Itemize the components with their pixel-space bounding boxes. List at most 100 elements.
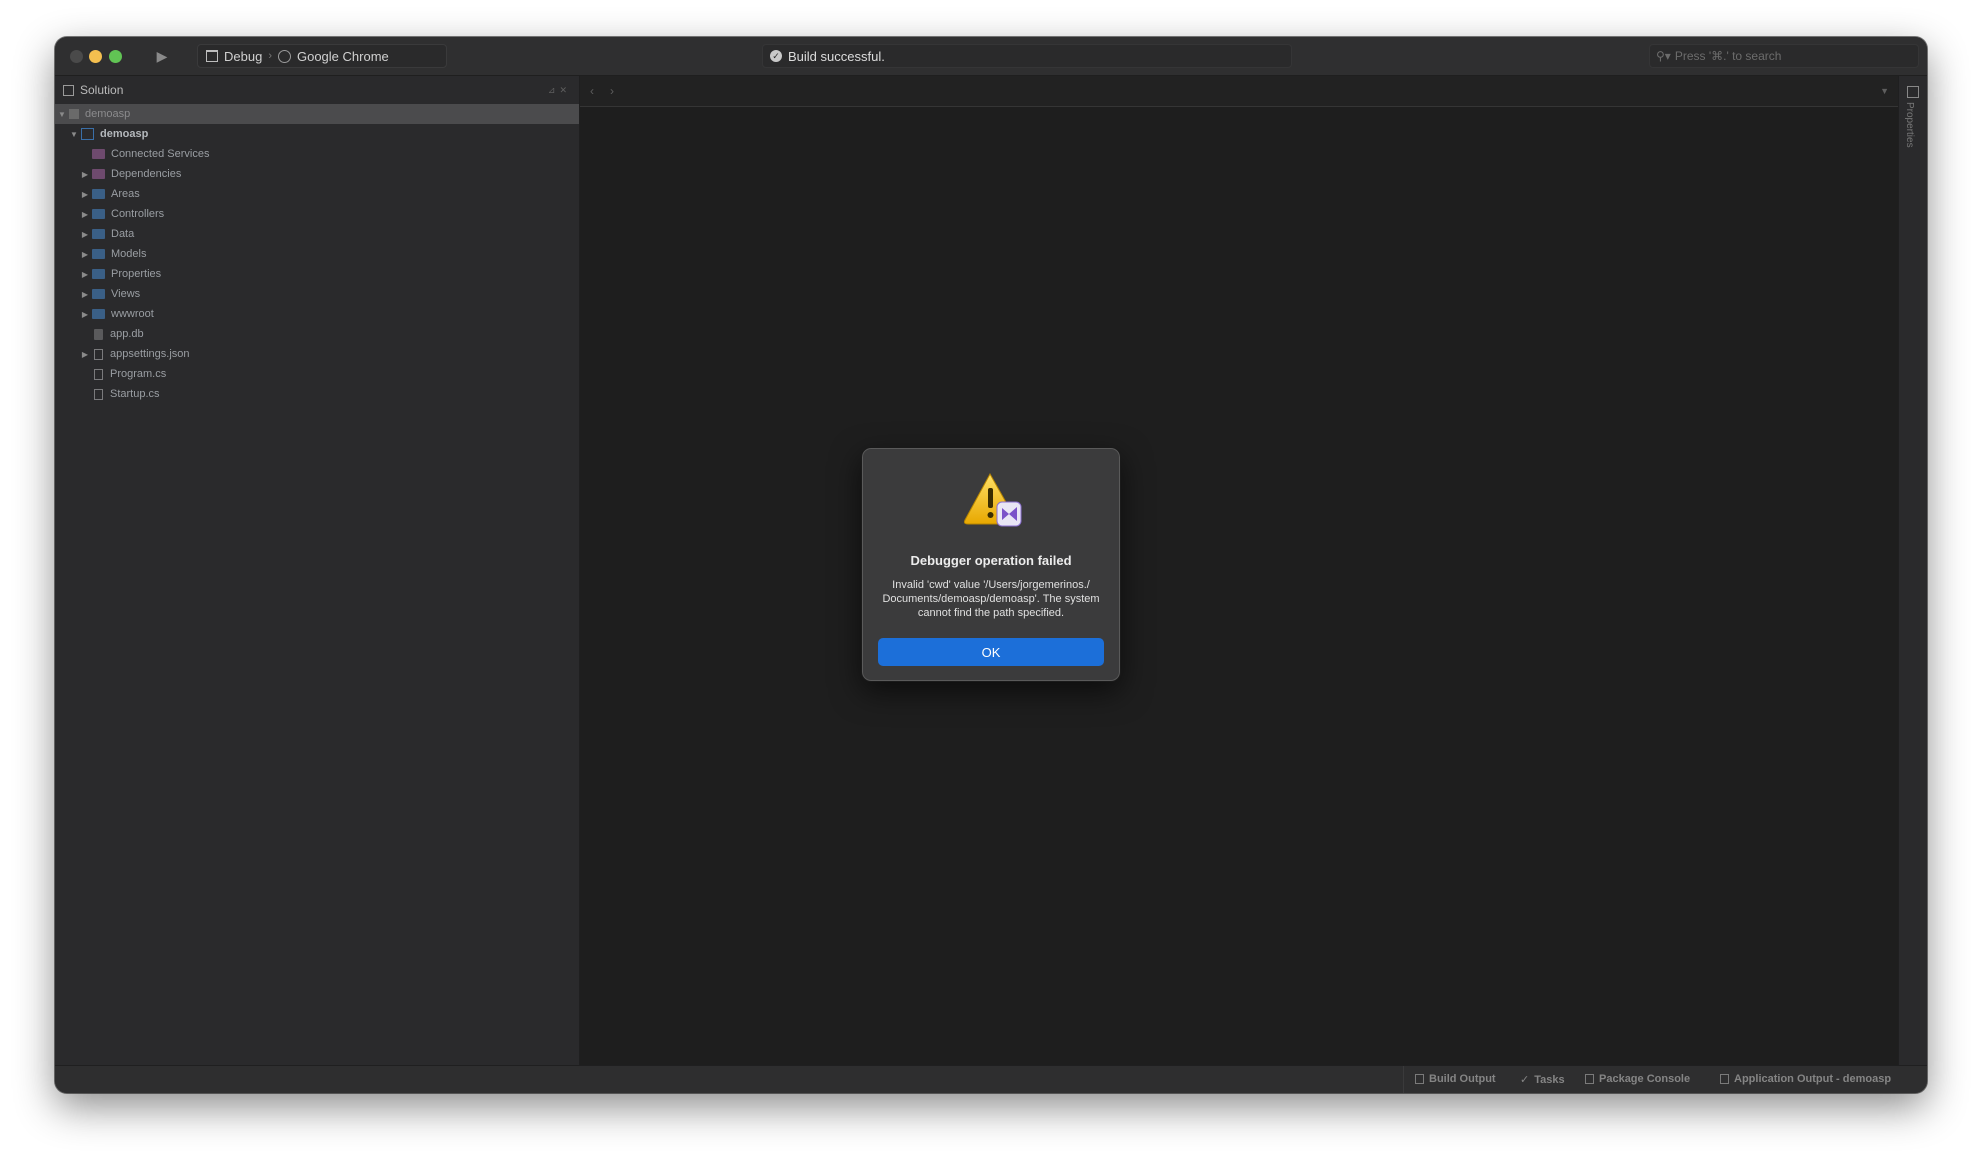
editor-area: ‹ › ▼ xyxy=(580,76,1899,1066)
json-file-icon xyxy=(94,348,103,360)
build-status-bar: ✓ Build successful. xyxy=(762,44,1292,68)
solution-icon xyxy=(63,84,74,96)
folder-icon xyxy=(92,209,105,219)
tree-item[interactable]: ▶ Properties xyxy=(55,264,579,284)
folder-icon xyxy=(92,229,105,239)
tree-item-label: Connected Services xyxy=(111,148,210,160)
minimize-window-button[interactable] xyxy=(89,50,102,63)
divider xyxy=(1403,1066,1404,1093)
tree-item[interactable]: ▶ Models xyxy=(55,244,579,264)
tree-item[interactable]: app.db xyxy=(55,324,579,344)
chevron-right-icon[interactable]: ▶ xyxy=(80,350,90,359)
tasks-pad-button[interactable]: ✓ Tasks xyxy=(1520,1073,1565,1087)
bottom-pad-bar: Build Output ✓ Tasks Package Console App… xyxy=(55,1065,1927,1093)
error-dialog: Debugger operation failed Invalid 'cwd' … xyxy=(861,447,1121,682)
check-circle-icon: ✓ xyxy=(770,50,782,62)
chevron-right-icon[interactable]: ▶ xyxy=(80,270,90,279)
run-configuration-selector[interactable]: Debug › Google Chrome xyxy=(197,44,447,68)
package-console-pad-button[interactable]: Package Console xyxy=(1585,1073,1690,1085)
folder-icon xyxy=(92,189,105,199)
search-input[interactable]: ⚲▾ Press '⌘.' to search xyxy=(1649,44,1919,68)
connected-services-icon xyxy=(92,149,105,159)
tree-item-solution[interactable]: ▼ demoasp xyxy=(55,104,579,124)
solution-file-icon xyxy=(69,109,79,119)
tree-item[interactable]: Program.cs xyxy=(55,364,579,384)
dialog-message: Invalid 'cwd' value '/Users/jorgemerinos… xyxy=(882,579,1100,619)
tree-item-label: Dependencies xyxy=(111,168,182,180)
ok-button[interactable]: OK xyxy=(878,638,1104,666)
chevron-right-icon[interactable]: ▶ xyxy=(80,290,90,299)
run-button[interactable]: ▶ xyxy=(147,44,177,68)
pad-actions-icon[interactable]: ⊿✕ xyxy=(548,85,571,96)
chevron-right-icon[interactable]: ▶ xyxy=(80,310,90,319)
dialog-title: Debugger operation failed xyxy=(910,553,1072,568)
maximize-window-button[interactable] xyxy=(109,50,122,63)
tree-item-label: Program.cs xyxy=(110,368,167,380)
tree-item-label: demoasp xyxy=(100,128,149,140)
tasks-label: Tasks xyxy=(1534,1073,1565,1086)
chevron-right-icon[interactable]: ▶ xyxy=(80,210,90,219)
chevron-down-icon[interactable]: ▼ xyxy=(69,130,79,139)
back-arrow-icon[interactable]: ‹ xyxy=(590,84,594,98)
package-console-label: Package Console xyxy=(1599,1073,1691,1085)
close-window-button[interactable] xyxy=(70,50,83,63)
tree-item-label: Views xyxy=(111,288,141,300)
folder-icon xyxy=(92,309,105,319)
tree-item[interactable]: ▶ appsettings.json xyxy=(55,344,579,364)
chevron-down-icon[interactable]: ▼ xyxy=(1880,86,1889,96)
folder-icon xyxy=(92,289,105,299)
properties-icon xyxy=(1907,86,1919,98)
tree-item-label: wwwroot xyxy=(111,308,154,320)
tree-item-label: app.db xyxy=(110,328,144,340)
forward-arrow-icon[interactable]: › xyxy=(610,84,614,98)
ide-window: ▶ Debug › Google Chrome ✓ Build successf… xyxy=(55,37,1927,1093)
folder-icon xyxy=(92,249,105,259)
tree-item-label: Properties xyxy=(111,268,162,280)
checkmark-icon: ✓ xyxy=(1520,1074,1530,1086)
folder-icon xyxy=(92,269,105,279)
chevron-down-icon[interactable]: ▼ xyxy=(57,110,67,119)
tree-item-label: appsettings.json xyxy=(110,348,190,360)
properties-pad-strip[interactable]: Properties xyxy=(1898,76,1927,1066)
tree-item[interactable]: ▶ Data xyxy=(55,224,579,244)
application-output-icon xyxy=(1720,1074,1729,1084)
tree-item[interactable]: ▶ wwwroot xyxy=(55,304,579,324)
build-status-text: Build successful. xyxy=(788,48,885,64)
tree-item-label: Controllers xyxy=(111,208,165,220)
tree-item[interactable]: ▶ Views xyxy=(55,284,579,304)
cs-file-icon xyxy=(94,368,103,380)
chevron-right-icon[interactable]: ▶ xyxy=(80,170,90,179)
tree-item-label: Startup.cs xyxy=(110,388,160,400)
search-icon: ⚲▾ xyxy=(1656,49,1671,63)
solution-pad-header: Solution ⊿✕ xyxy=(55,76,579,104)
properties-label: Properties xyxy=(1904,102,1915,148)
tree-item-project[interactable]: ▼ demoasp xyxy=(55,124,579,144)
tree-item[interactable]: ▶ Areas xyxy=(55,184,579,204)
tree-item-label: Models xyxy=(111,248,147,260)
tree-item-label: Data xyxy=(111,228,135,240)
file-icon xyxy=(94,328,103,340)
play-icon: ▶ xyxy=(156,47,168,64)
search-placeholder: Press '⌘.' to search xyxy=(1674,49,1782,63)
application-output-pad-button[interactable]: Application Output - demoasp xyxy=(1720,1073,1891,1085)
chevron-right-icon[interactable]: ▶ xyxy=(80,190,90,199)
title-bar: ▶ Debug › Google Chrome ✓ Build successf… xyxy=(55,37,1927,76)
tree-item-label: Areas xyxy=(111,188,140,200)
tree-item[interactable]: ▶ Dependencies xyxy=(55,164,579,184)
solution-pad-title: Solution xyxy=(80,83,124,97)
build-output-label: Build Output xyxy=(1429,1073,1496,1085)
warning-icon xyxy=(963,472,1022,527)
project-icon xyxy=(81,128,94,140)
tree-item[interactable]: ▶ Controllers xyxy=(55,204,579,224)
chevron-right-icon[interactable]: ▶ xyxy=(80,250,90,259)
cs-file-icon xyxy=(94,388,103,400)
build-output-pad-button[interactable]: Build Output xyxy=(1415,1073,1496,1085)
chevron-right-icon[interactable]: ▶ xyxy=(80,230,90,239)
tree-item[interactable]: Connected Services xyxy=(55,144,579,164)
browser-icon xyxy=(277,49,291,63)
tree-item-label: demoasp xyxy=(85,108,131,120)
dependencies-icon xyxy=(92,169,105,179)
package-console-icon xyxy=(1585,1074,1594,1084)
tree-item[interactable]: Startup.cs xyxy=(55,384,579,404)
configuration-icon xyxy=(206,50,218,62)
